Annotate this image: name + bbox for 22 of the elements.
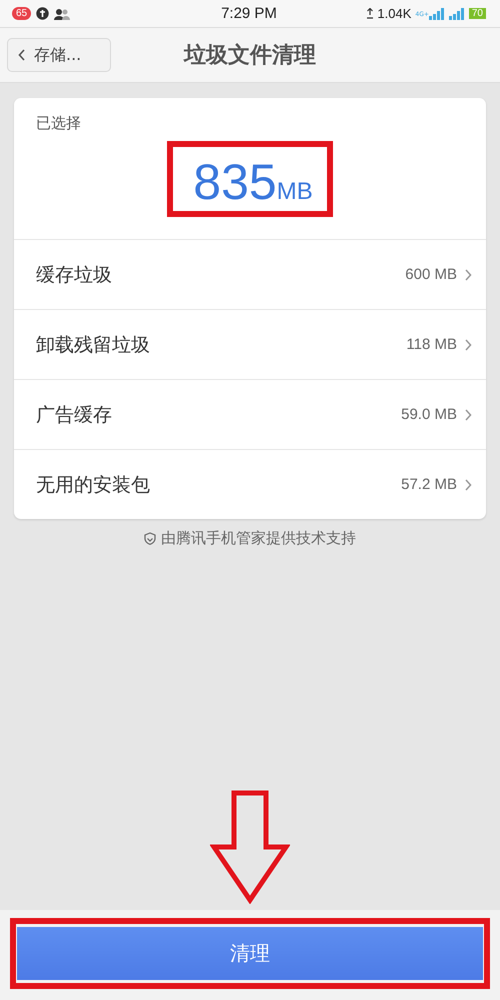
chevron-right-icon xyxy=(465,268,472,280)
signal-icon xyxy=(448,8,465,20)
notification-badge: 65 xyxy=(12,7,32,20)
junk-category-row[interactable]: 广告缓存 59.0 MB xyxy=(14,380,486,450)
clock-time: 7:29 PM xyxy=(221,5,277,22)
chevron-right-icon xyxy=(465,408,472,420)
chevron-right-icon xyxy=(465,338,472,350)
chevron-left-icon xyxy=(18,49,26,61)
selected-label: 已选择 xyxy=(36,114,81,133)
people-icon xyxy=(54,8,70,20)
network-speed: 1.04K xyxy=(377,6,412,21)
signal-icon xyxy=(428,8,445,20)
junk-category-row[interactable]: 无用的安装包 57.2 MB xyxy=(14,450,486,519)
chevron-right-icon xyxy=(465,478,472,490)
back-button[interactable]: 存储... xyxy=(7,38,111,72)
clean-button[interactable]: 清理 xyxy=(17,927,483,980)
junk-category-row[interactable]: 卸载残留垃圾 118 MB xyxy=(14,310,486,380)
selected-size: 835MB xyxy=(193,154,313,210)
battery-level: 70 xyxy=(468,8,486,19)
junk-category-row[interactable]: 缓存垃圾 600 MB xyxy=(14,240,486,310)
credit-text: 由腾讯手机管家提供技术支持 xyxy=(161,529,356,548)
page-title: 垃圾文件清理 xyxy=(184,42,316,70)
